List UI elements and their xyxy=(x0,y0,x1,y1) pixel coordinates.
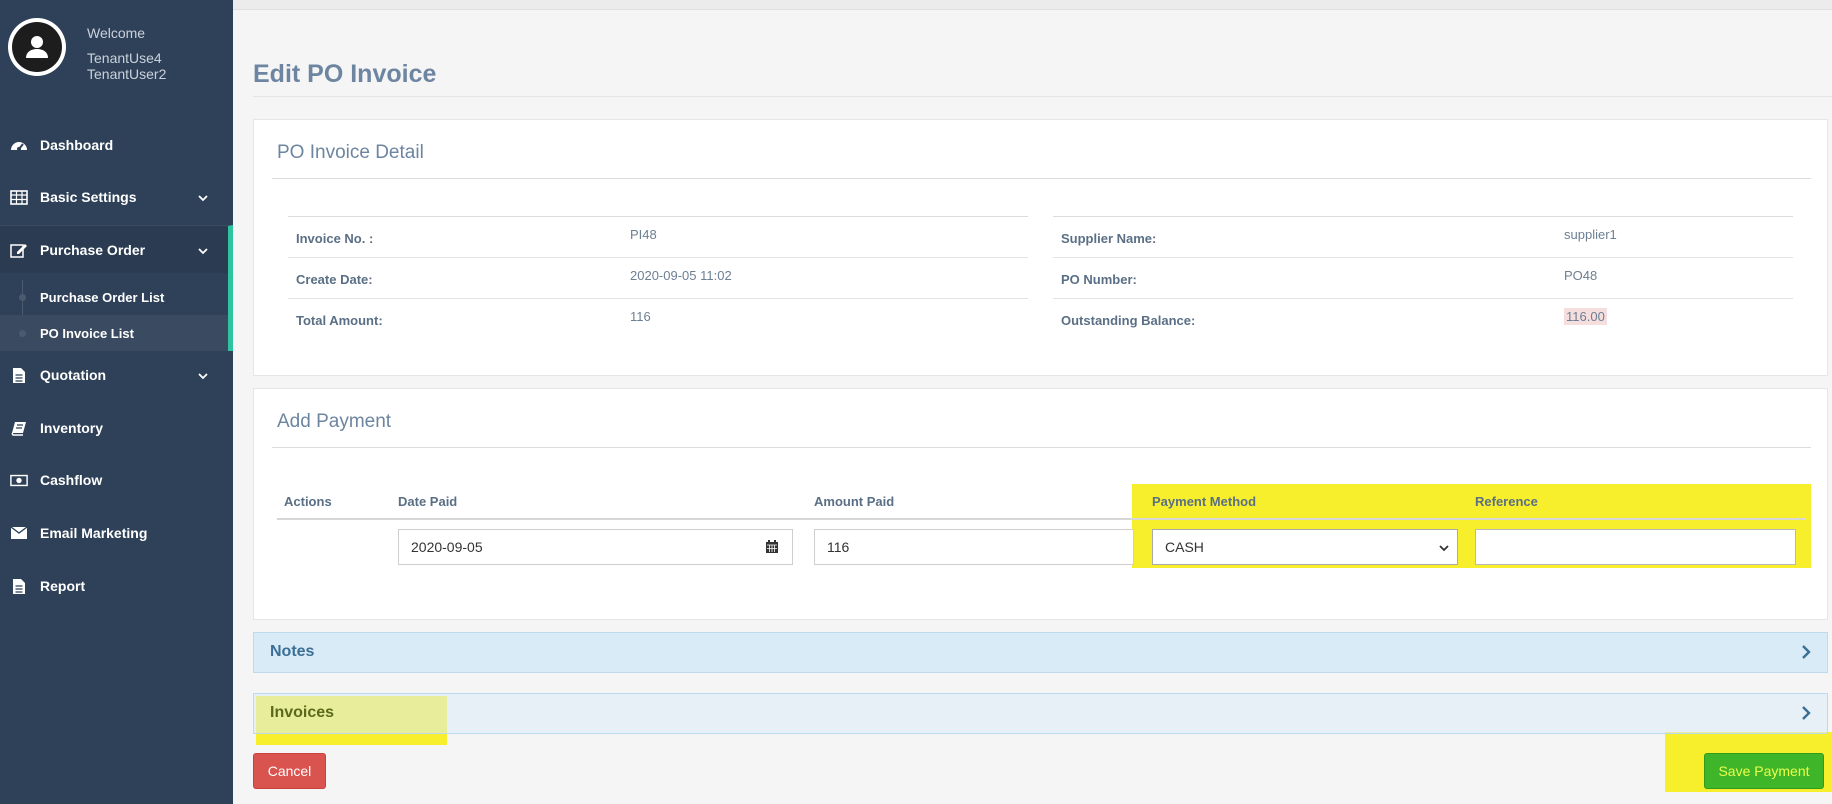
detail-row: Create Date: 2020-09-05 11:02 xyxy=(288,258,1028,299)
chevron-right-icon xyxy=(1801,645,1811,664)
sidebar-item-cashflow[interactable]: Cashflow xyxy=(0,455,233,505)
invoices-accordion[interactable]: Invoices xyxy=(253,693,1828,734)
username-line2: TenantUser2 xyxy=(87,66,167,82)
chevron-down-icon xyxy=(198,189,208,205)
edit-icon xyxy=(10,242,28,258)
sidebar-item-quotation[interactable]: Quotation xyxy=(0,350,233,400)
sidebar-subitem-purchase-order-list[interactable]: Purchase Order List xyxy=(0,279,228,315)
detail-table-left: Invoice No. : PI48 Create Date: 2020-09-… xyxy=(288,216,1028,340)
card-title-add-payment: Add Payment xyxy=(277,411,392,432)
username-line1: TenantUse4 xyxy=(87,50,162,66)
sidebar: Welcome TenantUse4 TenantUser2 Dashboard… xyxy=(0,0,233,804)
user-icon xyxy=(26,36,48,58)
user-profile: Welcome TenantUse4 TenantUser2 xyxy=(0,0,233,110)
chevron-down-icon xyxy=(198,367,208,383)
reference-input[interactable] xyxy=(1475,529,1796,565)
header-payment-method: Payment Method xyxy=(1152,494,1257,509)
invoice-no-value: PI48 xyxy=(630,227,657,242)
cancel-button[interactable]: Cancel xyxy=(253,753,326,789)
header-amount-paid: Amount Paid xyxy=(814,494,895,509)
header-reference: Reference xyxy=(1475,494,1538,509)
save-payment-button[interactable]: Save Payment xyxy=(1704,753,1824,789)
sidebar-item-email-marketing[interactable]: Email Marketing xyxy=(0,508,233,558)
avatar xyxy=(8,18,66,76)
calendar-icon xyxy=(765,540,778,553)
detail-row: Supplier Name: supplier1 xyxy=(1053,217,1793,258)
amount-paid-input[interactable]: 116 xyxy=(814,529,1134,565)
create-date-value: 2020-09-05 11:02 xyxy=(630,268,732,283)
detail-row: Outstanding Balance: 116.00 xyxy=(1061,308,1607,328)
chevron-right-icon xyxy=(1801,706,1811,725)
po-number-value: PO48 xyxy=(1564,268,1598,283)
sidebar-item-dashboard[interactable]: Dashboard xyxy=(0,120,233,170)
detail-row: PO Number: PO48 xyxy=(1053,258,1793,299)
welcome-label: Welcome xyxy=(87,25,146,41)
payment-method-select[interactable]: CASH xyxy=(1152,529,1458,565)
header-actions: Actions xyxy=(284,494,332,509)
detail-row: Total Amount: 116 xyxy=(296,309,651,328)
card-title-detail: PO Invoice Detail xyxy=(277,142,424,163)
date-paid-input[interactable]: 2020-09-05 xyxy=(398,529,752,565)
calendar-button[interactable] xyxy=(751,529,793,565)
active-indicator xyxy=(228,228,233,351)
page-title: Edit PO Invoice xyxy=(253,60,437,88)
outstanding-balance-value: 116.00 xyxy=(1564,308,1607,325)
table-icon xyxy=(10,189,28,205)
header-date-paid: Date Paid xyxy=(398,494,458,509)
money-icon xyxy=(10,472,28,488)
sidebar-item-basic-settings[interactable]: Basic Settings xyxy=(0,172,233,222)
dashboard-icon xyxy=(10,137,28,153)
sidebar-item-report[interactable]: Report xyxy=(0,561,233,611)
chevron-down-icon xyxy=(1439,530,1449,564)
book-icon xyxy=(10,420,28,436)
top-bar xyxy=(233,0,1832,10)
notes-accordion[interactable]: Notes xyxy=(253,632,1828,673)
total-amount-value: 116 xyxy=(630,309,651,324)
file-icon xyxy=(10,367,28,383)
supplier-name-value: supplier1 xyxy=(1564,227,1617,242)
file-icon xyxy=(10,578,28,594)
envelope-icon xyxy=(10,525,28,541)
sidebar-item-inventory[interactable]: Inventory xyxy=(0,403,233,453)
detail-table-right: Supplier Name: supplier1 PO Number: PO48… xyxy=(1053,216,1793,340)
sidebar-item-purchase-order[interactable]: Purchase Order xyxy=(0,225,233,273)
chevron-down-icon xyxy=(198,242,208,258)
po-invoice-detail-card: PO Invoice Detail Invoice No. : PI48 Cre… xyxy=(253,119,1828,376)
detail-row: Invoice No. : PI48 xyxy=(288,217,1028,258)
sidebar-subitem-po-invoice-list[interactable]: PO Invoice List xyxy=(0,315,228,351)
